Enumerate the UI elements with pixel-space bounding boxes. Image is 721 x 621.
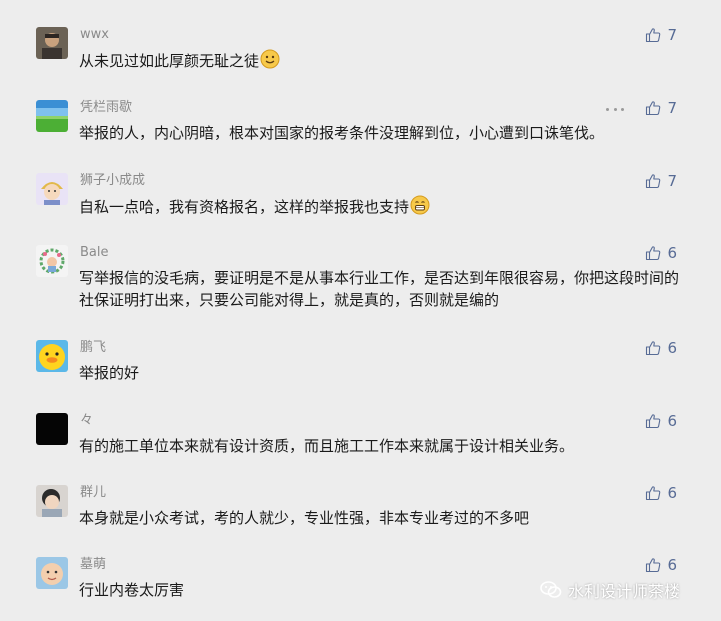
thumbs-up-icon — [646, 486, 661, 501]
like-count: 7 — [667, 26, 677, 44]
avatar-duck-icon[interactable] — [36, 340, 68, 372]
avatar-landscape-icon[interactable] — [36, 100, 68, 132]
comment-nickname[interactable]: 狮子小成成 — [80, 173, 145, 189]
comment-nickname[interactable]: 鹏飞 — [80, 340, 106, 356]
smile-emoji-icon — [260, 49, 280, 69]
wechat-icon — [540, 581, 562, 598]
avatar-wreath-icon[interactable] — [36, 245, 68, 277]
like-button[interactable]: 6 — [645, 555, 677, 575]
comment-nickname[interactable]: Bale — [80, 245, 109, 261]
like-count: 6 — [667, 244, 677, 262]
comment-nickname[interactable]: 々 — [80, 413, 93, 429]
like-count: 7 — [667, 99, 677, 117]
comment-text: 举报的人，内心阴暗，根本对国家的报考条件没理解到位，小心遭到口诛笔伐。 — [79, 124, 605, 142]
thumbs-up-icon — [646, 101, 661, 116]
comment-text: 写举报信的没毛病，要证明是不是从事本行业工作，是否达到年限很容易，你把这段时间的… — [79, 269, 680, 309]
comment-text: 举报的好 — [79, 364, 140, 382]
thumbs-up-icon — [646, 246, 661, 261]
like-count: 6 — [667, 339, 677, 357]
thumbs-up-icon — [646, 414, 661, 429]
comment-nickname[interactable]: wwx — [80, 27, 109, 43]
watermark-text: 水利设计师茶楼 — [568, 582, 681, 601]
avatar-cartoon-kid-icon[interactable] — [36, 173, 68, 205]
like-button[interactable]: 6 — [645, 483, 677, 503]
comment-text: 有的施工单位本来就有设计资质，而且施工工作本来就属于设计相关业务。 — [79, 437, 575, 455]
thumbs-up-icon — [646, 28, 661, 43]
like-button[interactable]: 6 — [645, 338, 677, 358]
thumbs-up-icon — [646, 341, 661, 356]
more-options-icon[interactable] — [606, 106, 624, 112]
comment-text: 自私一点哈，我有资格报名，这样的举报我也支持 — [79, 195, 689, 218]
comment-text: 本身就是小众考试，考的人就少，专业性强，非本专业考过的不多吧 — [79, 509, 530, 527]
like-button[interactable]: 6 — [645, 243, 677, 263]
like-button[interactable]: 7 — [645, 98, 677, 118]
thumbs-up-icon — [646, 174, 661, 189]
comment-text-content: 从未见过如此厚颜无耻之徒 — [79, 52, 260, 70]
comment-text-content: 自私一点哈，我有资格报名，这样的举报我也支持 — [79, 198, 410, 216]
like-count: 6 — [667, 412, 677, 430]
grin-emoji-icon — [410, 195, 430, 215]
like-count: 6 — [667, 484, 677, 502]
comment-nickname[interactable]: 凭栏雨歇 — [80, 100, 132, 116]
like-button[interactable]: 7 — [645, 25, 677, 45]
avatar-baby-icon[interactable] — [36, 557, 68, 589]
comment-text: 从未见过如此厚颜无耻之徒 — [79, 49, 689, 72]
like-button[interactable]: 7 — [645, 171, 677, 191]
avatar-black-icon[interactable] — [36, 413, 68, 445]
watermark: 水利设计师茶楼 — [540, 578, 680, 602]
thumbs-up-icon — [646, 558, 661, 573]
comment-nickname[interactable]: 群儿 — [80, 485, 106, 501]
avatar-child-icon[interactable] — [36, 485, 68, 517]
like-count: 6 — [667, 556, 677, 574]
like-button[interactable]: 6 — [645, 411, 677, 431]
comment-nickname[interactable]: 墓萌 — [80, 557, 106, 573]
like-count: 7 — [667, 172, 677, 190]
avatar-man-icon[interactable] — [36, 27, 68, 59]
